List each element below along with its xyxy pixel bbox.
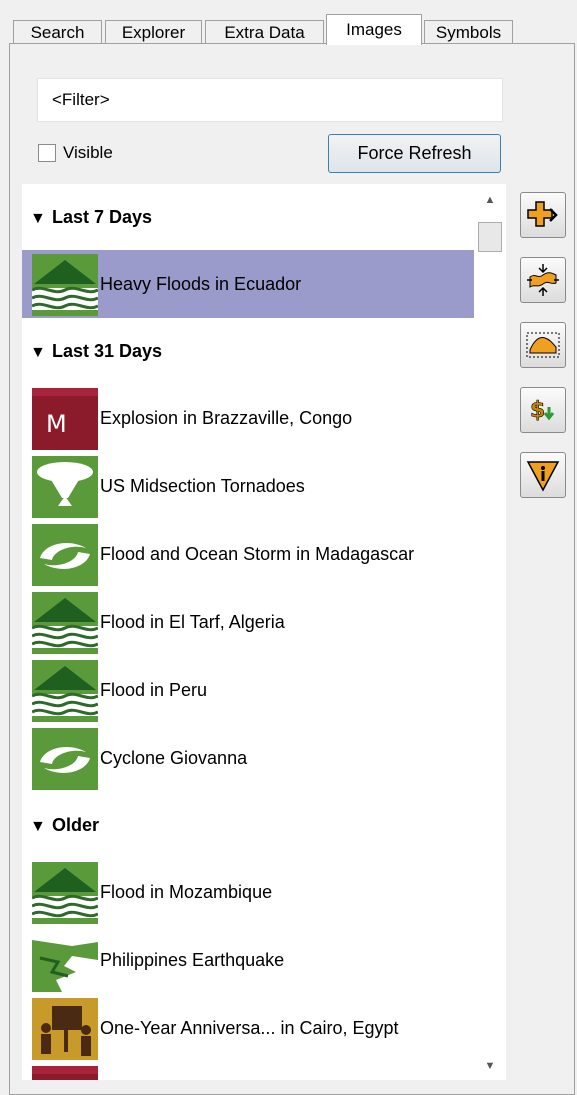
list-item[interactable]: Heavy Floods in Ecuador [22,250,474,318]
scroll-down-arrow-icon[interactable]: ▼ [482,1058,498,1074]
group-header[interactable]: ▼ Last 7 Days [22,184,474,250]
list-item[interactable]: Flood in Peru [22,656,474,724]
group-title: Last 7 Days [52,207,153,227]
list-item[interactable] [22,1062,474,1080]
select-area-icon [526,332,560,358]
item-label: Philippines Earthquake [100,950,285,970]
group-header[interactable]: ▼ Older [22,792,474,858]
flood-icon [32,592,98,654]
tab-strip: Search Explorer Extra Data Images Symbol… [0,0,577,45]
cyclone-icon [32,524,98,586]
protest-icon [32,998,98,1060]
item-label: Cyclone Giovanna [100,748,248,768]
visible-label: Visible [63,143,113,162]
select-area-button[interactable] [520,322,566,368]
list-item[interactable]: Flood in Mozambique [22,858,474,926]
list-item[interactable]: Cyclone Giovanna [22,724,474,792]
filter-input[interactable]: <Filter> [37,78,503,122]
list-item[interactable]: Flood and Ocean Storm in Madagascar [22,520,474,588]
item-label: Flood in Peru [100,680,208,700]
group-title: Older [52,815,100,835]
item-label: Explosion in Brazzaville, Congo [100,408,353,428]
visible-checkbox[interactable] [38,144,56,162]
flood-icon [32,660,98,722]
explosion-icon: M [32,388,98,450]
svg-text:$: $ [530,398,545,423]
info-warning-button[interactable] [520,452,566,498]
item-label: US Midsection Tornadoes [100,476,305,496]
group-title: Last 31 Days [52,341,163,361]
tab-symbols[interactable]: Symbols [424,20,513,44]
tornado-icon [32,456,98,518]
expand-triangle-icon[interactable]: ▼ [30,186,52,252]
currency-download-icon: $ [530,398,555,423]
currency-download-button[interactable]: $ [520,387,566,433]
list-item[interactable]: US Midsection Tornadoes [22,452,474,520]
item-label: Flood in El Tarf, Algeria [100,612,285,632]
vertical-scrollbar[interactable]: ▲ ▼ [474,184,506,1080]
add-layer-icon [527,201,558,227]
list-item[interactable]: M Explosion in Brazzaville, Congo [22,384,474,452]
fit-extent-button[interactable] [520,257,566,303]
add-layer-button[interactable] [520,192,566,238]
image-list[interactable]: ▼ Last 7 Days Heavy Floods in Ecuador ▼ Last… [22,184,506,1080]
image-list-content: ▼ Last 7 Days Heavy Floods in Ecuador ▼ Last… [22,184,474,1080]
expand-triangle-icon[interactable]: ▼ [30,794,52,860]
icon-letter: M [46,410,67,438]
tab-explorer[interactable]: Explorer [105,20,202,44]
force-refresh-button[interactable]: Force Refresh [328,134,501,173]
item-label: Flood and Ocean Storm in Madagascar [100,544,415,564]
item-label: Heavy Floods in Ecuador [100,274,302,294]
tab-extra-data[interactable]: Extra Data [205,20,324,44]
expand-triangle-icon[interactable]: ▼ [30,320,52,386]
tab-images[interactable]: Images [326,14,422,45]
list-item[interactable]: One-Year Anniversa... in Cairo, Egypt [22,994,474,1062]
item-label: Flood in Mozambique [100,882,273,902]
scroll-up-arrow-icon[interactable]: ▲ [482,192,498,208]
list-item[interactable]: Philippines Earthquake [22,926,474,994]
scroll-thumb[interactable] [478,222,502,252]
list-item[interactable]: Flood in El Tarf, Algeria [22,588,474,656]
fit-extent-icon [527,264,559,296]
explosion-icon [32,1066,98,1080]
group-header[interactable]: ▼ Last 31 Days [22,318,474,384]
tab-search[interactable]: Search [13,20,102,44]
earthquake-icon [32,930,98,992]
flood-icon [32,254,98,316]
item-label: One-Year Anniversa... in Cairo, Egypt [100,1018,399,1038]
flood-icon [32,862,98,924]
cyclone-icon [32,728,98,790]
info-warning-icon [526,461,560,492]
